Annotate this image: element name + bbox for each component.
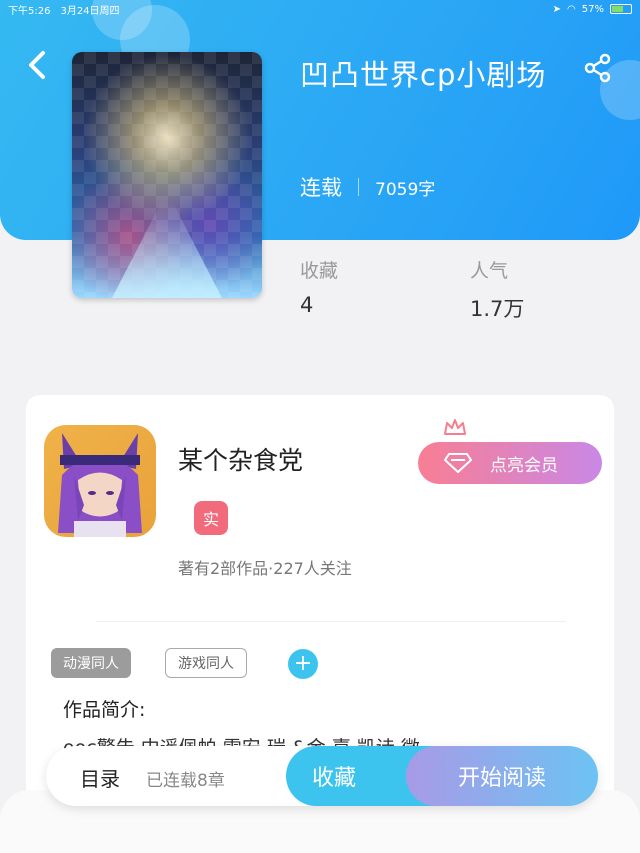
toc-button[interactable]: 目录: [80, 763, 120, 792]
favorites-value: 4: [300, 293, 314, 317]
author-name[interactable]: 某个杂食党: [178, 441, 303, 477]
battery-percent: 57%: [581, 3, 604, 15]
serial-status: 连载: [300, 176, 342, 200]
favorites-stat: 收藏 4: [300, 256, 338, 317]
tag-anime-fanfic[interactable]: 动漫同人: [51, 648, 131, 678]
status-date: 3月24日周四: [60, 5, 120, 17]
chevron-left-icon: [29, 51, 45, 79]
vip-button-label: 点亮会员: [490, 455, 558, 476]
start-reading-label: 开始阅读: [457, 766, 546, 791]
location-icon: ➤: [552, 3, 562, 15]
diamond-icon: [444, 453, 472, 473]
popularity-value: 1.7万: [470, 297, 525, 321]
author-stats: 著有2部作品·227人关注: [178, 559, 352, 578]
book-meta: 连载 7059字: [300, 172, 435, 202]
popularity-stat: 人气 1.7万: [470, 256, 524, 323]
book-cover[interactable]: [72, 52, 262, 298]
word-count: 7059字: [375, 179, 436, 200]
share-button[interactable]: [582, 52, 614, 84]
crown-icon: [444, 419, 466, 435]
back-button[interactable]: [22, 48, 52, 82]
status-time: 下午5:26: [8, 5, 51, 17]
favorites-label: 收藏: [300, 260, 339, 282]
tag-game-fanfic[interactable]: 游戏同人: [165, 648, 247, 678]
verified-badge: 实: [194, 501, 228, 535]
share-icon: [584, 53, 611, 83]
vip-button[interactable]: 点亮会员: [418, 442, 602, 484]
popularity-label: 人气: [470, 260, 509, 282]
avatar-image: [58, 433, 142, 537]
battery-icon: [610, 4, 632, 14]
wifi-icon: ◠: [567, 3, 576, 15]
favorite-button-label: 收藏: [312, 766, 357, 791]
add-tag-button[interactable]: +: [288, 649, 318, 679]
bottom-action-bar: 目录 已连载8章 收藏 开始阅读: [46, 746, 598, 806]
chapter-count: 已连载8章: [146, 771, 225, 791]
author-avatar[interactable]: [44, 425, 156, 537]
status-bar: 下午5:26 3月24日周四 ➤ ◠ 57%: [0, 0, 640, 18]
book-title: 凹凸世界cp小剧场: [300, 58, 547, 92]
card-divider: [96, 621, 566, 622]
intro-label: 作品简介:: [63, 699, 146, 721]
start-reading-button[interactable]: 开始阅读: [406, 746, 598, 806]
meta-divider: [358, 178, 359, 196]
